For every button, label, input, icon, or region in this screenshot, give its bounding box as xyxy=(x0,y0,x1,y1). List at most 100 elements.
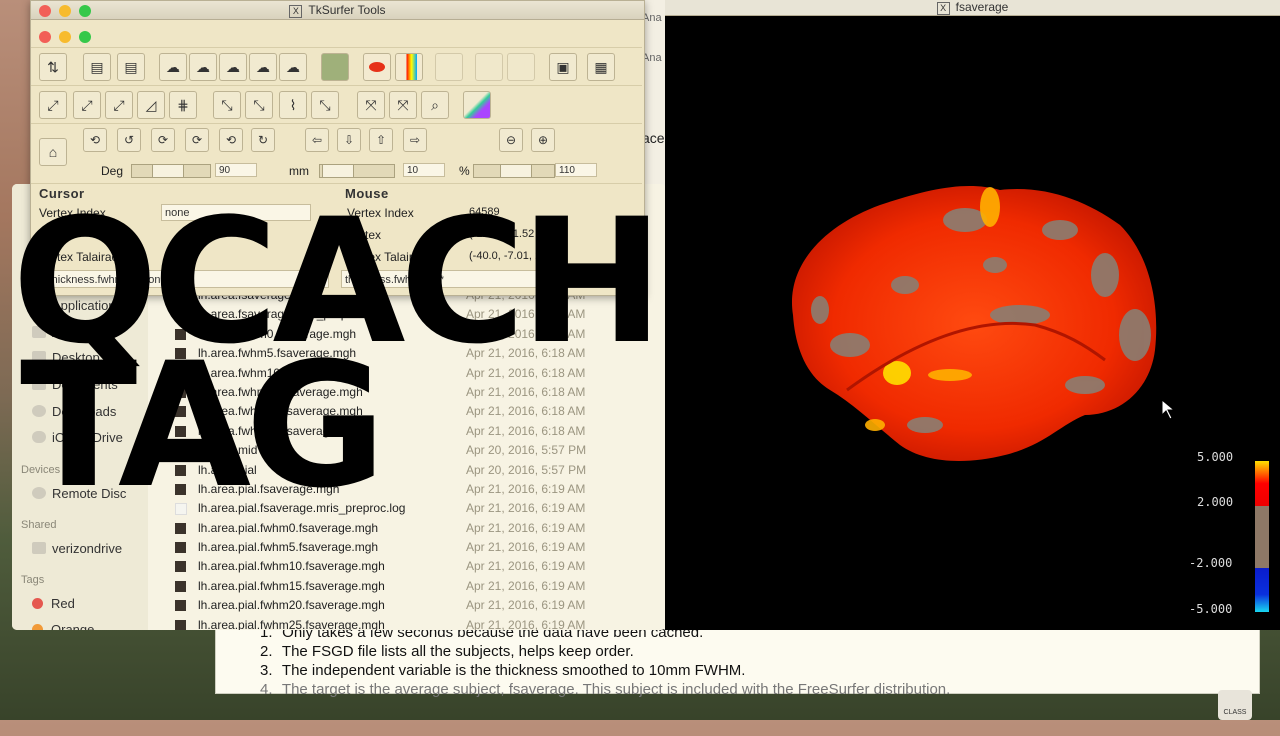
navigate-tool-icon[interactable]: ⤢ xyxy=(39,91,67,119)
navigation-panel: ⌂ ⟲ ↺ ⟳ ⟳ ⟲ ↻ ⇦ ⇩ ⇧ ⇨ ⊖ ⊕ Deg 90 mm 10 %… xyxy=(31,123,642,182)
colorbar-label-pos-threshold: 2.000 xyxy=(1197,495,1234,509)
file-date: Apr 21, 2016, 6:19 AM xyxy=(466,598,586,613)
tags-header: Tags xyxy=(21,574,45,586)
edit-tool-icon[interactable]: ⤢ xyxy=(73,91,101,119)
file-date: Apr 21, 2016, 6:19 AM xyxy=(466,559,586,574)
file-name: lh.area.pial.fwhm20.fsaverage.mgh xyxy=(198,598,385,613)
path-icon[interactable] xyxy=(507,53,535,81)
zoom-in-icon[interactable]: ⊕ xyxy=(531,128,555,152)
pan-left-icon[interactable]: ⇦ xyxy=(305,128,329,152)
rotate-ccw-icon[interactable]: ↺ xyxy=(117,128,141,152)
file-date: Apr 21, 2016, 6:18 AM xyxy=(466,384,586,399)
brain-white-icon[interactable]: ☁ xyxy=(219,53,247,81)
label-fill-icon[interactable]: ⤧ xyxy=(389,91,417,119)
cut-tool-icon[interactable]: ⤡ xyxy=(311,91,339,119)
zoom-icon[interactable] xyxy=(79,31,91,43)
fill-tool-icon[interactable]: ⌇ xyxy=(279,91,307,119)
curvature-icon[interactable] xyxy=(321,53,349,81)
file-icon xyxy=(175,542,186,554)
mm-label: mm xyxy=(289,164,309,178)
file-date: Apr 21, 2016, 6:19 AM xyxy=(466,540,586,555)
redraw-icon[interactable]: ⇅ xyxy=(39,53,67,81)
home-icon[interactable]: ⌂ xyxy=(39,138,67,166)
deg-slider[interactable] xyxy=(131,164,211,178)
path-make-icon[interactable]: ⤡ xyxy=(245,91,273,119)
table-row[interactable]: lh.area.pial.fwhm10.fsaverage.mgh Apr 21,… xyxy=(172,557,662,576)
label-outline-icon[interactable] xyxy=(475,53,503,81)
minimize-icon[interactable] xyxy=(59,31,71,43)
class-app-icon[interactable]: CLASS xyxy=(1218,690,1252,720)
close-icon[interactable] xyxy=(39,31,51,43)
brain-inflated-icon[interactable]: ☁ xyxy=(189,53,217,81)
inner-window-controls xyxy=(39,30,99,48)
path-mark-icon[interactable]: ⤡ xyxy=(213,91,241,119)
rotate-down-icon[interactable]: ⟳ xyxy=(151,128,175,152)
rotate-cw-icon[interactable]: ↻ xyxy=(251,128,275,152)
mouse-pointer-icon xyxy=(1161,398,1176,420)
pan-right-icon[interactable]: ⇨ xyxy=(403,128,427,152)
mm-slider-thumb[interactable] xyxy=(322,164,354,178)
file-date: Apr 20, 2016, 5:57 PM xyxy=(466,443,587,458)
deg-input[interactable]: 90 xyxy=(215,163,257,177)
pan-up-icon[interactable]: ⇧ xyxy=(369,128,393,152)
vertex-tool-icon[interactable]: ⋕ xyxy=(169,91,197,119)
percent-slider[interactable] xyxy=(473,164,555,178)
viewer-title: Xfsaverage xyxy=(665,0,1280,15)
file-date: Apr 21, 2016, 6:19 AM xyxy=(466,481,586,496)
rotate-right-icon[interactable]: ⟳ xyxy=(185,128,209,152)
viewer-titlebar: Xfsaverage xyxy=(665,0,1280,16)
screenshot-icon[interactable]: ▣ xyxy=(549,53,577,81)
mm-input[interactable]: 10 xyxy=(403,163,445,177)
gradient-icon[interactable] xyxy=(463,91,491,119)
table-row[interactable]: lh.area.pial.fwhm5.fsaverage.mgh Apr 21, … xyxy=(172,538,662,557)
deg-label: Deg xyxy=(101,164,124,178)
rotate-up-icon[interactable]: ⟲ xyxy=(219,128,243,152)
file-date: Apr 21, 2016, 6:19 AM xyxy=(466,520,586,535)
label-icon[interactable] xyxy=(435,53,463,81)
rotate-left-icon[interactable]: ⟲ xyxy=(83,128,107,152)
orange-tag-icon xyxy=(32,624,43,630)
brain-pial-icon[interactable]: ☁ xyxy=(249,53,277,81)
colorbar-label-min: -5.000 xyxy=(1189,602,1233,616)
brain-main-icon[interactable]: ☁ xyxy=(159,53,187,81)
monitor-icon xyxy=(32,542,46,554)
pan-down-icon[interactable]: ⇩ xyxy=(337,128,361,152)
overlay-blob-icon[interactable] xyxy=(363,53,391,81)
custom-fill-icon[interactable]: ⤧ xyxy=(357,91,385,119)
file-date: Apr 21, 2016, 6:19 AM xyxy=(466,578,586,593)
table-row[interactable]: lh.area.pial.fwhm15.fsaverage.mgh Apr 21,… xyxy=(172,577,662,596)
file-icon xyxy=(175,580,186,592)
percent-input[interactable]: 110 xyxy=(555,163,597,177)
list-item: 3. The independent variable is the thick… xyxy=(260,662,746,679)
paint-icon[interactable]: ⌕ xyxy=(421,91,449,119)
save-rgb-icon[interactable]: ▦ xyxy=(587,53,615,81)
tools-title: X TkSurfer Tools xyxy=(31,3,644,18)
file-date: Apr 21, 2016, 6:19 AM xyxy=(466,501,586,516)
file-date: Apr 21, 2016, 6:18 AM xyxy=(466,423,586,438)
select-tool-icon[interactable]: ⤢ xyxy=(105,91,133,119)
file-date: Apr 21, 2016, 6:18 AM xyxy=(466,404,586,419)
notes-list: 1. Only takes a few seconds because the … xyxy=(260,623,950,699)
save-icon[interactable]: ▤ xyxy=(83,53,111,81)
file-name: lh.area.pial.fwhm5.fsaverage.mgh xyxy=(198,540,379,555)
colorbar-positive xyxy=(1255,461,1269,506)
brain-orig-icon[interactable]: ☁ xyxy=(279,53,307,81)
file-date: Apr 21, 2016, 6:19 AM xyxy=(466,617,586,630)
zoom-out-icon[interactable]: ⊖ xyxy=(499,128,523,152)
table-row[interactable]: lh.area.pial.fwhm20.fsaverage.mgh Apr 21,… xyxy=(172,596,662,615)
colorbar-icon[interactable] xyxy=(395,53,423,81)
sidebar-item-verizondrive[interactable]: verizondrive xyxy=(32,541,122,556)
plane-tool-icon[interactable]: ◿ xyxy=(137,91,165,119)
save-as-icon[interactable]: ▤ xyxy=(117,53,145,81)
x11-icon: X xyxy=(936,2,950,15)
colorbar-neutral xyxy=(1255,506,1269,568)
mm-slider[interactable] xyxy=(319,164,395,178)
deg-slider-thumb[interactable] xyxy=(152,164,184,178)
file-icon xyxy=(175,561,186,573)
sidebar-item-tag-red[interactable]: Red xyxy=(32,596,75,611)
percent-slider-thumb[interactable] xyxy=(500,164,532,178)
x11-icon: X xyxy=(289,5,303,18)
sidebar-item-tag-orange[interactable]: Orange xyxy=(32,622,94,630)
table-row[interactable]: lh.area.pial.fwhm25.fsaverage.mgh Apr 21,… xyxy=(172,616,662,630)
toolbar-row-2: ⤢ ⤢ ⤢ ◿ ⋕ ⤡ ⤡ ⌇ ⤡ ⤧ ⤧ ⌕ xyxy=(31,85,642,122)
